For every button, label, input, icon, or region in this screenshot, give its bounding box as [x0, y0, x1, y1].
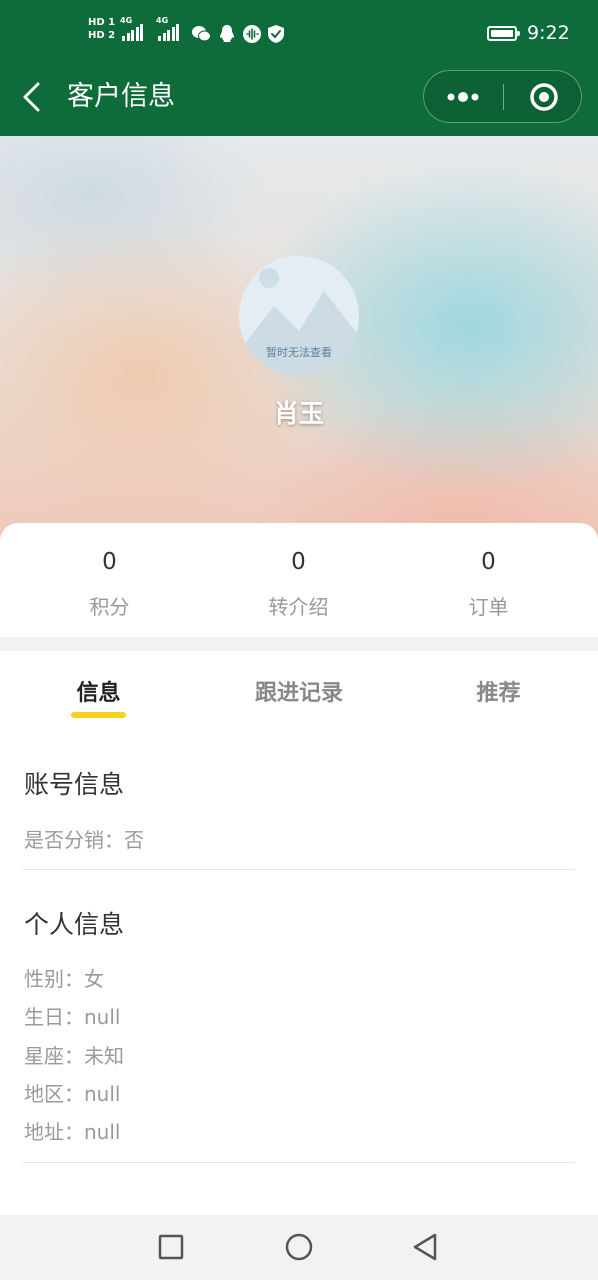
triangle-back-icon[interactable] [411, 1232, 439, 1262]
divider [23, 869, 575, 870]
stat-points[interactable]: 0 积分 [10, 523, 209, 637]
circle-icon[interactable] [284, 1232, 314, 1262]
stat-orders-label: 订单 [468, 595, 509, 619]
back-button[interactable] [16, 80, 46, 114]
avatar-placeholder-text: 暂时无法查看 [266, 346, 332, 359]
section-gap [0, 637, 598, 651]
tab-follow-up[interactable]: 跟进记录 [239, 675, 359, 707]
tab-info[interactable]: 信息 [71, 675, 126, 707]
avatar[interactable]: 暂时无法查看 [239, 256, 359, 376]
field-is-distributor: 是否分销：否 [24, 828, 144, 852]
hd1-label: HD 1 [88, 17, 116, 28]
wechat-icon [192, 26, 211, 42]
signal-icon: 4G [120, 16, 145, 41]
page-title: 客户信息 [67, 81, 175, 112]
audio-app-icon [243, 25, 261, 43]
signal-icon-2: 4G [156, 16, 181, 41]
field-birthday: 生日：null [24, 1005, 121, 1029]
customer-name: 肖玉 [273, 399, 324, 428]
field-region: 地区：null [24, 1082, 121, 1106]
battery-icon [487, 26, 520, 41]
top-bar: HD 1 HD 2 4G 4G 9:22 客户信息 [0, 0, 598, 136]
sim-hd-labels: HD 1 HD 2 [88, 16, 115, 42]
account-section-title: 账号信息 [24, 770, 125, 799]
field-address: 地址：null [24, 1120, 121, 1144]
stat-points-value: 0 [102, 549, 117, 575]
stat-referrals[interactable]: 0 转介绍 [199, 523, 398, 637]
stat-orders[interactable]: 0 订单 [389, 523, 588, 637]
network-type-label: 4G [120, 16, 133, 25]
field-zodiac: 星座：未知 [24, 1044, 124, 1068]
stat-points-label: 积分 [89, 595, 130, 619]
miniprogram-capsule [423, 70, 582, 123]
stat-referrals-value: 0 [291, 549, 306, 575]
stat-referrals-label: 转介绍 [268, 595, 329, 619]
status-time: 9:22 [527, 22, 570, 44]
shield-check-icon [268, 25, 284, 43]
stats-card: 0 积分 0 转介绍 0 订单 [0, 523, 598, 637]
system-navigation-bar [0, 1215, 598, 1280]
target-circle-icon[interactable] [504, 71, 582, 122]
profile-header: 暂时无法查看 肖玉 [0, 136, 598, 540]
personal-section-title: 个人信息 [24, 910, 125, 939]
more-dots-icon[interactable] [424, 71, 503, 122]
network-type-label-2: 4G [156, 16, 169, 25]
square-icon[interactable] [157, 1232, 185, 1262]
field-gender: 性别：女 [24, 967, 104, 991]
tab-recommend[interactable]: 推荐 [470, 675, 527, 707]
status-bar: HD 1 HD 2 4G 4G 9:22 [0, 0, 598, 68]
stat-orders-value: 0 [481, 549, 496, 575]
qq-icon [220, 25, 234, 42]
tab-active-indicator [71, 712, 126, 718]
hd2-label: HD 2 [88, 30, 116, 41]
tab-bar: 信息 跟进记录 推荐 [0, 651, 598, 729]
divider-2 [23, 1162, 575, 1163]
